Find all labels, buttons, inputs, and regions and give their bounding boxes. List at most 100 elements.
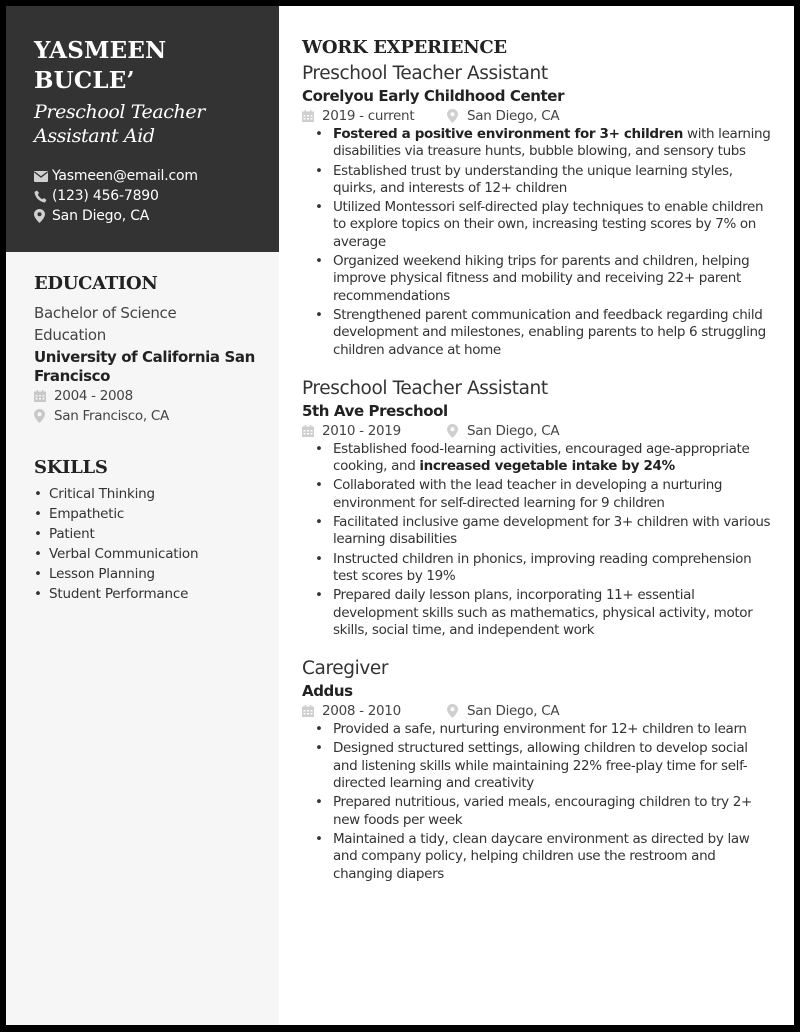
job-bullet: Facilitated inclusive game development f…: [312, 514, 774, 549]
resume-page: YASMEEN BUCLE’ Preschool Teacher Assista…: [6, 6, 794, 1025]
job-bullets: Established food-learning activities, en…: [312, 441, 774, 639]
calendar-icon: [302, 705, 322, 718]
name-line-1: YASMEEN: [34, 37, 167, 64]
job-dates: 2008 - 2010: [322, 703, 401, 720]
job-title: Caregiver: [302, 658, 389, 680]
contact-email[interactable]: Yasmeen@email.com: [52, 166, 198, 186]
job-bullet: Prepared nutritious, varied meals, encou…: [312, 794, 774, 829]
job-company: Addus: [302, 682, 353, 701]
bullet-text: Utilized Montessori self-directed play t…: [333, 199, 764, 250]
contact-phone[interactable]: (123) 456-7890: [52, 186, 159, 206]
contact-phone-row: (123) 456-7890: [34, 186, 263, 206]
skill-item: Student Performance: [34, 584, 263, 604]
job-company: 5th Ave Preschool: [302, 401, 448, 420]
calendar-icon: [34, 390, 54, 402]
job-bullet: Fostered a positive environment for 3+ c…: [312, 126, 774, 161]
candidate-name: YASMEEN BUCLE’: [34, 36, 263, 96]
job-location: San Diego, CA: [467, 108, 560, 124]
map-pin-icon: [34, 409, 54, 423]
job-location: San Diego, CA: [467, 422, 560, 439]
skills-list: Critical Thinking Empathetic Patient Ver…: [34, 484, 263, 604]
bullet-text: Maintained a tidy, clean daycare environ…: [333, 830, 750, 882]
job-bullet: Established trust by understanding the u…: [312, 163, 774, 198]
job-meta: 2019 - current San Diego, CA: [302, 106, 774, 126]
bullet-text: Facilitated inclusive game development f…: [333, 514, 771, 548]
skill-item: Verbal Communication: [34, 544, 263, 564]
job-title: Preschool Teacher Assistant: [302, 377, 548, 399]
map-pin-icon: [34, 209, 52, 223]
job-location-group: San Diego, CA: [447, 421, 560, 441]
skill-item: Empathetic: [34, 504, 263, 524]
map-pin-icon: [447, 423, 467, 438]
job-company: Corelyou Early Childhood Center: [302, 87, 565, 105]
bullet-highlight: increased vegetable intake by 24%: [419, 458, 675, 475]
bullet-highlight: Fostered a positive environment for 3+ c…: [333, 126, 684, 142]
job-entry: Preschool Teacher Assistant Corelyou Ear…: [302, 62, 774, 359]
job-entry: Caregiver Addus 2008 - 2010 San Diego, C…: [302, 657, 774, 883]
right-column: WORK EXPERIENCE Preschool Teacher Assist…: [279, 6, 794, 1025]
bullet-text: Prepared daily lesson plans, incorporati…: [333, 587, 753, 638]
job-location: San Diego, CA: [467, 703, 560, 720]
skill-item: Patient: [34, 524, 263, 544]
education-heading: EDUCATION: [34, 273, 158, 294]
contact-email-row: Yasmeen@email.com: [34, 166, 263, 186]
left-body: EDUCATION Bachelor of Science Education …: [6, 252, 279, 604]
job-bullet: Utilized Montessori self-directed play t…: [312, 199, 774, 251]
title-line-1: Preschool Teacher: [34, 101, 205, 123]
map-pin-icon: [447, 109, 467, 123]
job-bullets: Fostered a positive environment for 3+ c…: [312, 126, 774, 359]
job-location-group: San Diego, CA: [447, 106, 560, 126]
education-degree: Bachelor of Science Education: [34, 302, 263, 346]
calendar-icon: [302, 424, 322, 437]
job-bullet: Maintained a tidy, clean daycare environ…: [312, 831, 774, 883]
job-bullet: Prepared daily lesson plans, incorporati…: [312, 587, 774, 639]
education-dates-row: 2004 - 2008: [34, 386, 263, 406]
education-dates: 2004 - 2008: [54, 388, 133, 404]
contact-info: Yasmeen@email.com (123) 456-7890 San Die…: [34, 166, 263, 226]
education-section: EDUCATION Bachelor of Science Education …: [34, 272, 263, 426]
job-bullet: Provided a safe, nurturing environment f…: [312, 721, 774, 739]
degree-line-2: Education: [34, 326, 106, 344]
calendar-icon: [302, 110, 322, 122]
skill-item: Critical Thinking: [34, 484, 263, 504]
bullet-text: Established trust by understanding the u…: [333, 162, 733, 196]
job-bullets: Provided a safe, nurturing environment f…: [312, 721, 774, 883]
bullet-text: Prepared nutritious, varied meals, encou…: [333, 794, 752, 828]
job-title: Preschool Teacher Assistant: [302, 63, 548, 84]
job-bullet: Established food-learning activities, en…: [312, 441, 774, 476]
job-entry: Preschool Teacher Assistant 5th Ave Pres…: [302, 377, 774, 639]
job-bullet: Designed structured settings, allowing c…: [312, 740, 774, 792]
skills-heading: SKILLS: [34, 457, 108, 478]
left-column: YASMEEN BUCLE’ Preschool Teacher Assista…: [6, 6, 279, 1025]
job-dates-group: 2008 - 2010: [302, 701, 447, 721]
bullet-text: Provided a safe, nurturing environment f…: [333, 721, 747, 738]
name-line-2: BUCLE’: [34, 67, 135, 94]
bullet-text: Designed structured settings, allowing c…: [333, 740, 748, 792]
title-line-2: Assistant Aid: [34, 125, 155, 147]
bullet-text: Collaborated with the lead teacher in de…: [333, 477, 723, 511]
education-location-row: San Francisco, CA: [34, 406, 263, 426]
job-bullet: Strengthened parent communication and fe…: [312, 307, 774, 359]
job-bullet: Collaborated with the lead teacher in de…: [312, 477, 774, 512]
job-bullet: Instructed children in phonics, improvin…: [312, 551, 774, 586]
contact-location: San Diego, CA: [52, 208, 150, 224]
job-dates-group: 2019 - current: [302, 106, 447, 126]
job-meta: 2008 - 2010 San Diego, CA: [302, 701, 774, 721]
education-location: San Francisco, CA: [54, 408, 169, 424]
skill-item: Lesson Planning: [34, 564, 263, 584]
education-school: University of California San Francisco: [34, 348, 255, 385]
jobs-list: Preschool Teacher Assistant Corelyou Ear…: [302, 62, 774, 883]
header-block: YASMEEN BUCLE’ Preschool Teacher Assista…: [6, 6, 279, 252]
job-meta: 2010 - 2019 San Diego, CA: [302, 421, 774, 441]
job-dates: 2010 - 2019: [322, 422, 401, 439]
map-pin-icon: [447, 704, 467, 719]
contact-location-row: San Diego, CA: [34, 206, 263, 226]
job-bullet: Organized weekend hiking trips for paren…: [312, 253, 774, 305]
bullet-text: Organized weekend hiking trips for paren…: [333, 253, 750, 304]
degree-line-1: Bachelor of Science: [34, 304, 177, 322]
job-dates: 2019 - current: [322, 108, 415, 124]
job-dates-group: 2010 - 2019: [302, 421, 447, 441]
job-location-group: San Diego, CA: [447, 701, 560, 721]
envelope-icon: [34, 170, 52, 182]
candidate-title: Preschool Teacher Assistant Aid: [34, 100, 263, 148]
